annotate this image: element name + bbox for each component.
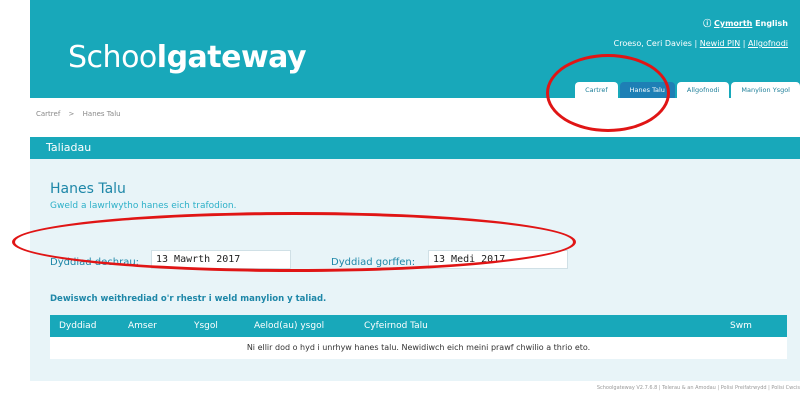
change-pin-link[interactable]: Newid PIN xyxy=(700,39,740,48)
tab-payment-history[interactable]: Hanes Talu xyxy=(619,82,675,98)
language-link[interactable]: English xyxy=(755,19,788,28)
end-date-label: Dyddiad gorffen: xyxy=(331,257,416,268)
column-payment-reference[interactable]: Cyfeirnod Talu xyxy=(364,315,428,337)
column-school[interactable]: Ysgol xyxy=(194,315,218,337)
column-time[interactable]: Amser xyxy=(128,315,157,337)
help-link[interactable]: Cymorth xyxy=(714,19,752,28)
welcome-text: Croeso, Ceri Davies xyxy=(613,39,692,48)
main-tabs: Cartref Hanes Talu Allgofnodi Manylion Y… xyxy=(573,82,800,98)
page-subtitle: Gweld a lawrlwytho hanes eich trafodion. xyxy=(50,201,237,211)
account-links: ⓘ Cymorth English Croeso, Ceri Davies | … xyxy=(613,19,788,48)
breadcrumb-current: Hanes Talu xyxy=(82,110,121,118)
start-date-input[interactable]: 13 Mawrth 2017 xyxy=(151,250,291,269)
breadcrumb-separator: > xyxy=(68,110,75,118)
payment-history-table: Dyddiad Amser Ysgol Aelod(au) ysgol Cyfe… xyxy=(50,315,787,359)
empty-table-message: Ni ellir dod o hyd i unrhyw hanes talu. … xyxy=(50,337,787,359)
instruction-text: Dewiswch weithrediad o'r rhestr i weld m… xyxy=(50,294,327,304)
tab-logout[interactable]: Allgofnodi xyxy=(676,82,730,98)
start-date-label: Dyddiad dechrau: xyxy=(50,257,140,268)
page-title: Hanes Talu xyxy=(50,181,126,197)
header: Schoolgateway ⓘ Cymorth English Croeso, … xyxy=(30,0,800,98)
column-school-members[interactable]: Aelod(au) ysgol xyxy=(254,315,324,337)
breadcrumb: Cartref > Hanes Talu xyxy=(36,110,121,118)
payment-history-panel: Hanes Talu Gweld a lawrlwytho hanes eich… xyxy=(30,159,800,381)
footer-links[interactable]: Schoolgateway V2.7.6.8 | Telerau & an Am… xyxy=(597,385,800,391)
help-icon: ⓘ xyxy=(703,19,712,28)
tab-school-details[interactable]: Manylion Ysgol xyxy=(731,82,800,98)
column-amount[interactable]: Swm xyxy=(730,315,752,337)
table-header: Dyddiad Amser Ysgol Aelod(au) ysgol Cyfe… xyxy=(50,315,787,337)
column-date[interactable]: Dyddiad xyxy=(59,315,96,337)
tab-home[interactable]: Cartref xyxy=(575,82,618,98)
section-bar: Taliadau xyxy=(30,137,800,159)
end-date-input[interactable]: 13 Medi 2017 xyxy=(428,250,568,269)
schoolgateway-logo[interactable]: Schoolgateway xyxy=(68,40,307,75)
breadcrumb-home[interactable]: Cartref xyxy=(36,110,60,118)
logout-link[interactable]: Allgofnodi xyxy=(748,39,788,48)
